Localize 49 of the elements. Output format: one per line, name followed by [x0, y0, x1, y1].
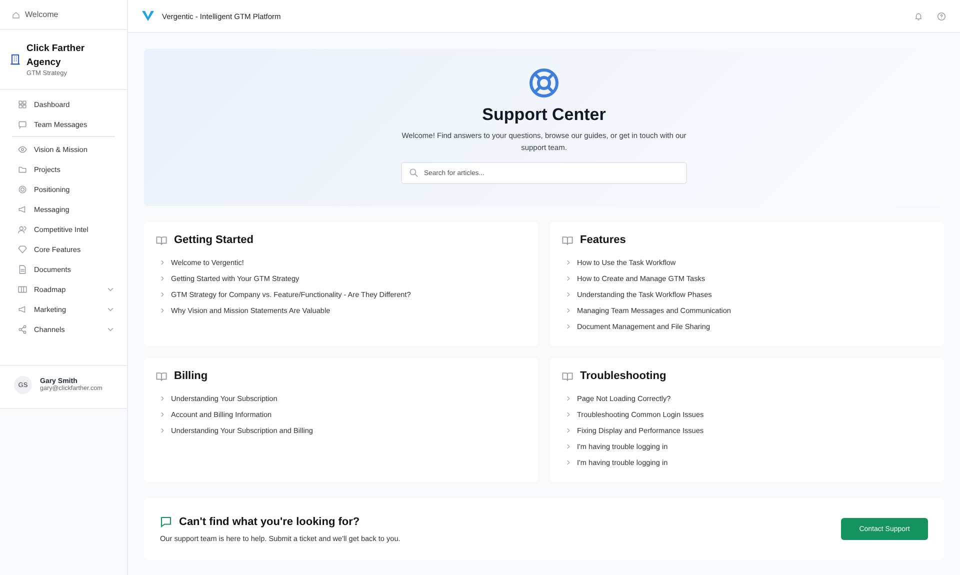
chevron-right-icon	[565, 458, 572, 466]
category-title: Troubleshooting	[580, 370, 666, 382]
chevron-right-icon	[565, 442, 572, 450]
chevron-right-icon	[159, 258, 166, 266]
book-icon	[562, 234, 573, 246]
grid-icon	[18, 100, 27, 108]
chevron-right-icon	[565, 410, 572, 418]
folder-icon	[18, 164, 27, 174]
chevron-right-icon	[159, 394, 166, 402]
chevron-right-icon	[159, 274, 166, 282]
document-icon	[18, 264, 27, 274]
bell-icon	[914, 12, 923, 20]
chevron-right-icon	[565, 394, 572, 402]
page-title: Support Center	[482, 105, 606, 125]
home-icon	[12, 10, 20, 18]
chevron-right-icon	[565, 322, 572, 330]
chevron-right-icon	[565, 274, 572, 282]
welcome-link[interactable]: Welcome	[25, 10, 58, 19]
megaphone-icon	[18, 204, 27, 214]
chat-icon	[160, 516, 172, 528]
organization-name: Click Farther Agency	[26, 42, 86, 70]
megaphone-icon	[18, 304, 27, 314]
book-icon	[562, 370, 573, 382]
eye-icon	[18, 144, 27, 154]
building-icon	[10, 54, 21, 65]
map-icon	[18, 284, 27, 294]
chevron-right-icon	[159, 306, 166, 314]
users-icon	[18, 224, 27, 234]
target-icon	[18, 184, 27, 194]
book-icon	[156, 370, 167, 382]
chevron-right-icon	[565, 258, 572, 266]
category-title: Getting Started	[174, 234, 254, 246]
logo-icon	[142, 11, 154, 21]
search-icon	[409, 168, 418, 177]
share-icon	[18, 324, 27, 334]
chevron-right-icon	[159, 290, 166, 298]
chevron-right-icon	[565, 290, 572, 298]
lifebuoy-icon	[528, 67, 560, 99]
contact-title: Can't find what you're looking for?	[179, 516, 360, 528]
chat-icon	[18, 120, 27, 128]
help-icon	[937, 12, 946, 20]
category-title: Features	[580, 234, 626, 246]
chevron-right-icon	[159, 426, 166, 434]
gem-icon	[18, 244, 27, 254]
chevron-right-icon	[565, 426, 572, 434]
chevron-right-icon	[565, 306, 572, 314]
category-title: Billing	[174, 370, 208, 382]
chevron-right-icon	[159, 410, 166, 418]
book-icon	[156, 234, 167, 246]
